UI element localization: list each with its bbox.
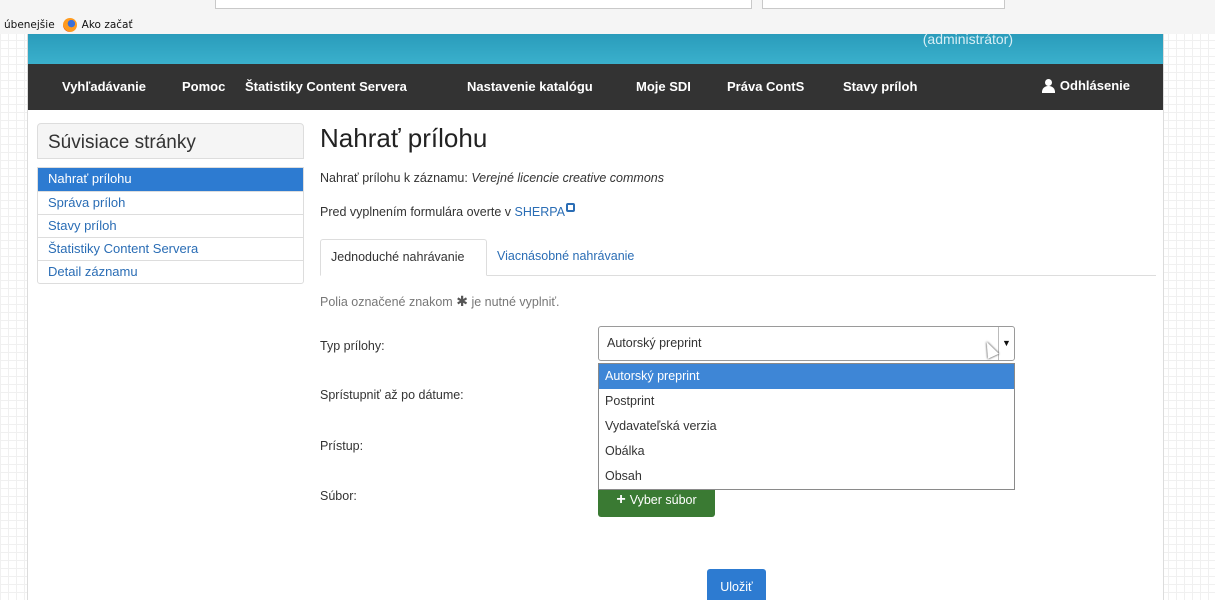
sidebar-title: Súvisiace stránky xyxy=(37,123,304,159)
nav-item-help[interactable]: Pomoc xyxy=(182,79,225,94)
plus-icon: + xyxy=(616,491,626,508)
page: (administrátor) Vyhľadávanie Pomoc Štati… xyxy=(27,34,1164,600)
chevron-down-icon[interactable]: ▼ xyxy=(998,327,1014,360)
sidebar-item-statistics[interactable]: Štatistiky Content Servera xyxy=(38,237,303,260)
tab-multiple-upload[interactable]: Viacnásobné nahrávanie xyxy=(487,239,644,276)
nav-item-catalog-settings[interactable]: Nastavenie katalógu xyxy=(467,79,593,94)
required-note-suffix: je nutné vyplniť. xyxy=(471,295,560,309)
sidebar-item-manage-attachments[interactable]: Správa príloh xyxy=(38,191,303,214)
record-prefix: Nahrať prílohu k záznamu: xyxy=(320,171,468,185)
sidebar-item-upload-attachment[interactable]: Nahrať prílohu xyxy=(38,168,303,191)
nav-item-search[interactable]: Vyhľadávanie xyxy=(62,79,146,94)
sherpa-link-label: SHERPA xyxy=(514,205,566,219)
main-content: Nahrať prílohu Nahrať prílohu k záznamu:… xyxy=(320,123,1156,600)
nav-item-attachment-states[interactable]: Stavy príloh xyxy=(843,79,917,94)
user-icon xyxy=(1041,78,1055,93)
type-select-value: Autorský preprint xyxy=(607,336,702,350)
bookmark-item[interactable]: úbenejšie xyxy=(4,19,55,31)
file-label: Súbor: xyxy=(320,489,357,503)
required-note: Polia označené znakom ✱ je nutné vyplniť… xyxy=(320,293,560,310)
sidebar: Súvisiace stránky Nahrať prílohu Správa … xyxy=(37,123,304,284)
sherpa-link[interactable]: SHERPA xyxy=(514,203,576,219)
type-dropdown-list: Autorský preprint Postprint Vydavateľská… xyxy=(598,363,1015,490)
type-select[interactable]: Autorský preprint ▼ xyxy=(598,326,1015,361)
bookmarks-bar: úbenejšie Ako začať xyxy=(0,16,133,34)
sidebar-item-attachment-states[interactable]: Stavy príloh xyxy=(38,214,303,237)
nav-item-my-sdi[interactable]: Moje SDI xyxy=(636,79,691,94)
record-line: Nahrať prílohu k záznamu: Verejné licenc… xyxy=(320,171,664,185)
dropdown-option[interactable]: Postprint xyxy=(599,389,1014,414)
dropdown-option[interactable]: Obálka xyxy=(599,439,1014,464)
logout-label: Odhlásenie xyxy=(1059,78,1130,93)
nav-item-conts-rights[interactable]: Práva ContS xyxy=(727,79,804,94)
dropdown-option[interactable]: Vydavateľská verzia xyxy=(599,414,1014,439)
save-button[interactable]: Uložiť xyxy=(707,569,766,600)
sherpa-line: Pred vyplnením formulára overte v SHERPA xyxy=(320,203,576,219)
access-label: Prístup: xyxy=(320,439,364,453)
tab-simple-upload[interactable]: Jednoduché nahrávanie xyxy=(320,239,487,276)
bookmark-item[interactable]: Ako začať xyxy=(82,19,133,31)
user-role-label: (administrátor) xyxy=(922,34,1013,47)
required-note-prefix: Polia označené znakom xyxy=(320,295,453,309)
sidebar-item-record-detail[interactable]: Detail záznamu xyxy=(38,260,303,283)
asterisk-icon: ✱ xyxy=(456,293,468,309)
main-navbar: Vyhľadávanie Pomoc Štatistiky Content Se… xyxy=(28,64,1163,110)
firefox-icon xyxy=(62,18,77,32)
browser-chrome: úbenejšie Ako začať xyxy=(0,0,1215,34)
choose-file-label: Vyber súbor xyxy=(629,493,697,507)
address-bar[interactable] xyxy=(215,0,752,9)
nav-item-statistics[interactable]: Štatistiky Content Servera xyxy=(245,79,407,94)
upload-tabs: Jednoduché nahrávanie Viacnásobné nahráv… xyxy=(320,239,1156,276)
record-name: Verejné licencie creative commons xyxy=(471,171,664,185)
external-link-icon xyxy=(566,203,576,212)
logout-link[interactable]: Odhlásenie xyxy=(1041,78,1130,93)
dropdown-option[interactable]: Obsah xyxy=(599,464,1014,489)
type-label: Typ prílohy: xyxy=(320,339,385,353)
header-banner: (administrátor) xyxy=(28,34,1163,64)
search-bar[interactable] xyxy=(762,0,1005,9)
sherpa-prefix: Pred vyplnením formulára overte v xyxy=(320,205,512,219)
page-title: Nahrať prílohu xyxy=(320,123,488,153)
release-date-label: Sprístupniť až po dátume: xyxy=(320,388,464,402)
dropdown-option[interactable]: Autorský preprint xyxy=(599,364,1014,389)
sidebar-list: Nahrať prílohu Správa príloh Stavy prílo… xyxy=(37,167,304,284)
